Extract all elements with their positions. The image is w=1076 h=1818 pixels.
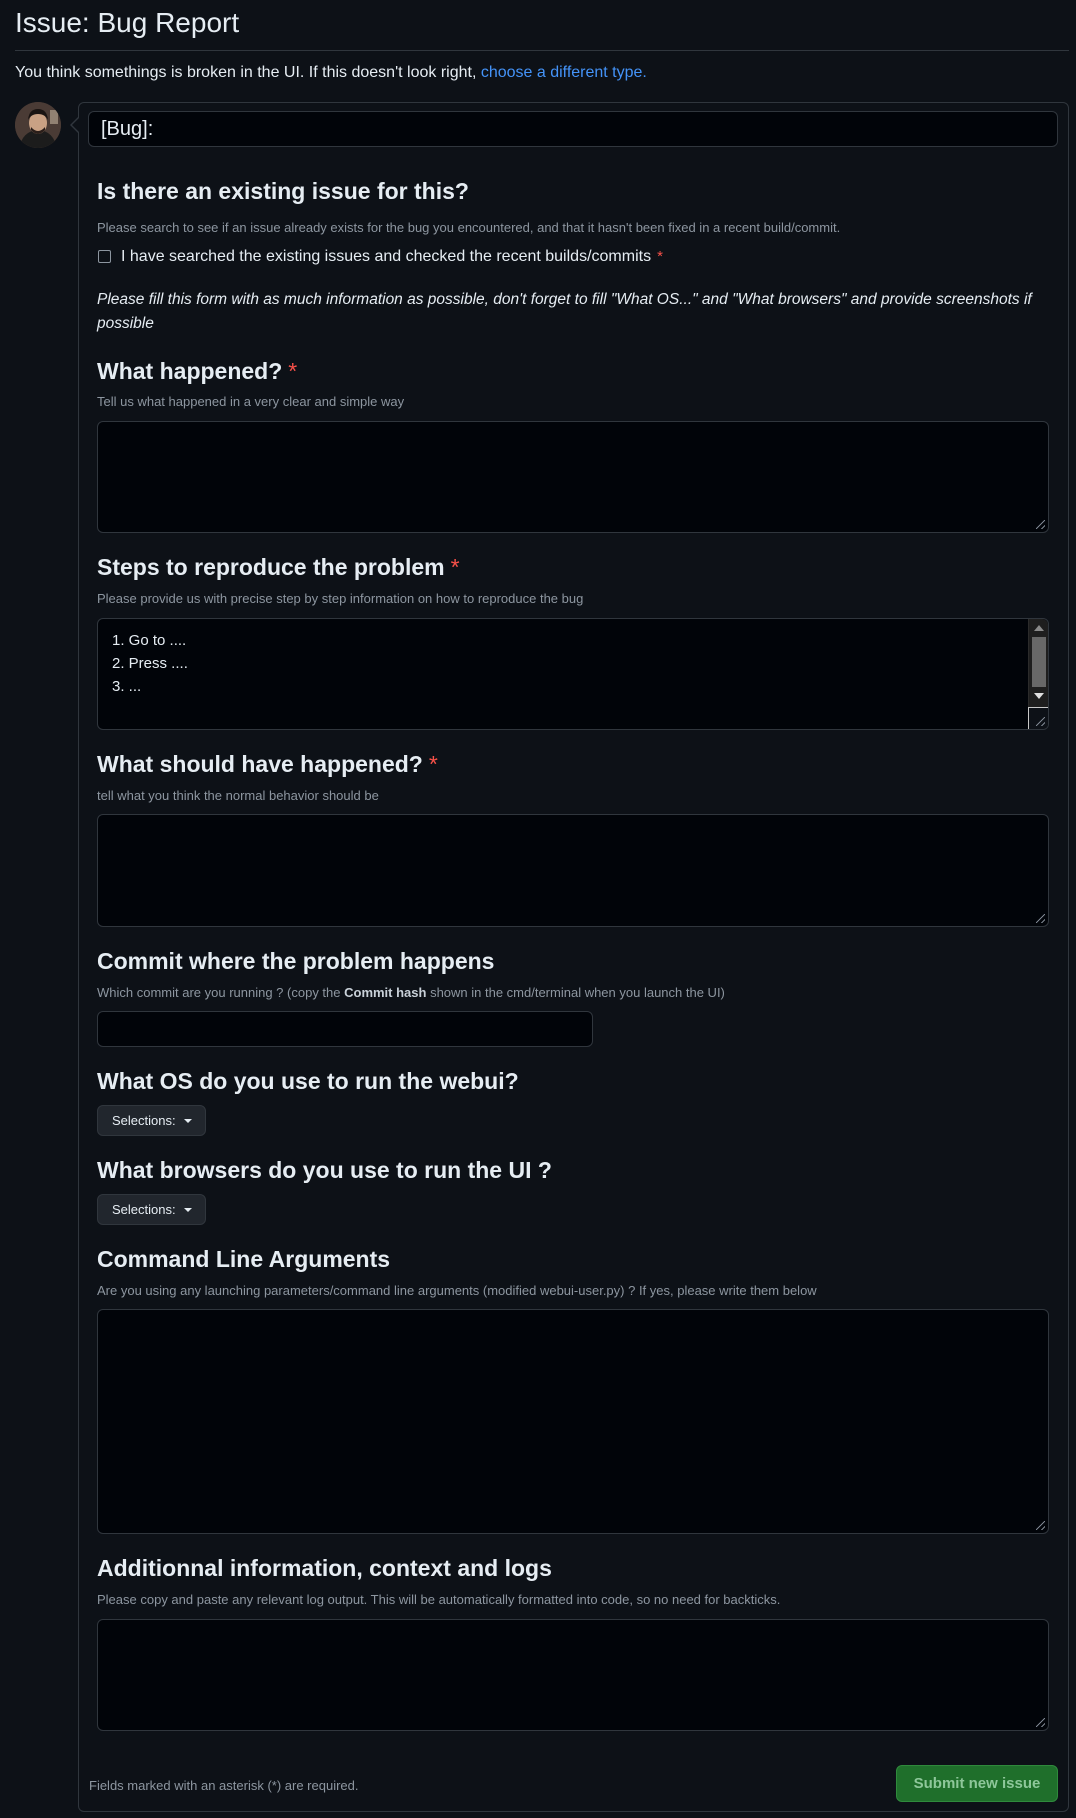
required-marker: *	[450, 554, 460, 580]
additional-info-description: Please copy and paste any relevant log o…	[97, 1592, 781, 1607]
os-selections-dropdown[interactable]: Selections:	[97, 1105, 206, 1136]
resize-grip-icon[interactable]	[1036, 520, 1045, 529]
commit-description-before: Which commit are you running ? (copy the	[97, 985, 345, 1000]
commit-hash-emphasis: Commit hash	[344, 985, 427, 1000]
existing-issue-checkbox[interactable]	[98, 250, 111, 263]
chevron-down-icon	[184, 1208, 192, 1212]
issue-title-input[interactable]: [Bug]:	[88, 111, 1058, 147]
existing-issue-checkbox-label[interactable]: I have searched the existing issues and …	[121, 247, 663, 267]
what-happened-textarea[interactable]	[97, 421, 1049, 533]
form-instructions-note: Please fill this form with as much infor…	[97, 291, 1032, 332]
browsers-selections-dropdown[interactable]: Selections:	[97, 1194, 206, 1225]
avatar[interactable]	[15, 102, 61, 148]
subtitle-text: You think somethings is broken in the UI…	[15, 64, 481, 81]
commit-description: Which commit are you running ? (copy the…	[97, 984, 725, 1002]
textarea-scrollbar[interactable]	[1028, 619, 1048, 729]
existing-issue-heading: Is there an existing issue for this?	[97, 178, 469, 204]
page-title: Issue: Bug Report	[15, 7, 240, 38]
should-happen-textarea[interactable]	[97, 814, 1049, 927]
commit-description-after: shown in the cmd/terminal when you launc…	[426, 985, 725, 1000]
what-happened-heading: What happened? *	[97, 357, 297, 385]
chevron-down-icon	[184, 1119, 192, 1123]
steps-text: 1. Go to .... 2. Press .... 3. ...	[112, 629, 188, 698]
steps-heading-text: Steps to reproduce the problem	[97, 554, 445, 580]
checkbox-label-text: I have searched the existing issues and …	[121, 248, 652, 265]
existing-issue-description: Please search to see if an issue already…	[97, 220, 841, 235]
resize-grip-icon[interactable]	[1036, 1521, 1045, 1530]
steps-heading: Steps to reproduce the problem *	[97, 553, 460, 581]
commit-hash-input[interactable]	[97, 1011, 593, 1047]
resize-grip-icon[interactable]	[1036, 914, 1045, 923]
steps-description: Please provide us with precise step by s…	[97, 591, 584, 606]
choose-different-type-link[interactable]: choose a different type.	[481, 64, 647, 81]
browsers-heading: What browsers do you use to run the UI ?	[97, 1157, 552, 1183]
required-marker: *	[657, 248, 663, 265]
cmd-args-description: Are you using any launching parameters/c…	[97, 1283, 817, 1298]
browsers-dropdown-label: Selections:	[112, 1202, 176, 1217]
should-happen-heading: What should have happened? *	[97, 750, 438, 778]
step-line: 2. Press ....	[112, 655, 188, 672]
comment-caret-fill	[72, 117, 80, 133]
additional-info-heading: Additionnal information, context and log…	[97, 1555, 552, 1581]
page-subtitle: You think somethings is broken in the UI…	[15, 62, 647, 84]
submit-new-issue-button[interactable]: Submit new issue	[896, 1765, 1058, 1802]
os-heading: What OS do you use to run the webui?	[97, 1068, 519, 1094]
scrollbar-thumb[interactable]	[1032, 637, 1046, 687]
avatar-image	[15, 102, 61, 148]
required-marker: *	[428, 751, 438, 777]
step-line: 1. Go to ....	[112, 632, 187, 649]
resize-corner[interactable]	[1028, 707, 1048, 729]
scroll-down-arrow-icon[interactable]	[1034, 693, 1044, 699]
should-happen-heading-text: What should have happened?	[97, 751, 423, 777]
what-happened-heading-text: What happened?	[97, 358, 283, 384]
os-dropdown-label: Selections:	[112, 1113, 176, 1128]
step-line: 3. ...	[112, 678, 142, 695]
additional-info-textarea[interactable]	[97, 1619, 1049, 1731]
steps-textarea[interactable]: 1. Go to .... 2. Press .... 3. ...	[97, 618, 1049, 730]
should-happen-description: tell what you think the normal behavior …	[97, 788, 379, 803]
title-divider	[15, 50, 1069, 51]
required-fields-note: Fields marked with an asterisk (*) are r…	[89, 1778, 359, 1793]
required-marker: *	[288, 358, 298, 384]
commit-heading: Commit where the problem happens	[97, 948, 495, 974]
cmd-args-textarea[interactable]	[97, 1309, 1049, 1534]
what-happened-description: Tell us what happened in a very clear an…	[97, 394, 405, 409]
resize-grip-icon[interactable]	[1036, 1718, 1045, 1727]
resize-grip-icon[interactable]	[1036, 717, 1045, 726]
scroll-up-arrow-icon[interactable]	[1034, 625, 1044, 631]
cmd-args-heading: Command Line Arguments	[97, 1246, 391, 1272]
